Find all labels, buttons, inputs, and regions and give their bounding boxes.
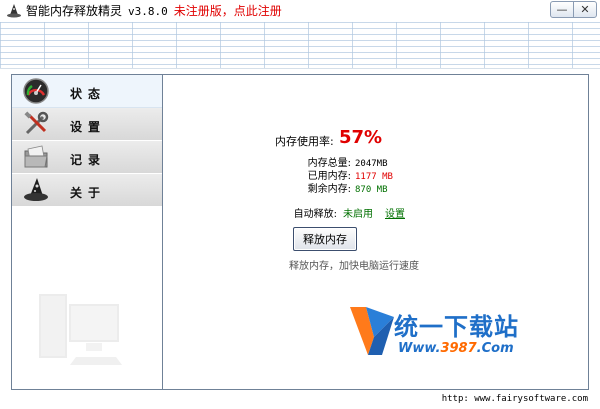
minimize-button[interactable]: —	[550, 1, 574, 18]
watermark-url-prefix: Www.	[398, 341, 441, 356]
status-panel: 内存使用率: 57% 内存总量: 2047MB 已用内存: 1177 MB 剩余内存…	[163, 75, 588, 389]
status-bar: http: www.fairysoftware.com	[0, 390, 600, 409]
free-memory-button[interactable]: 释放内存	[293, 227, 357, 251]
register-link[interactable]: 未注册版，点此注册	[174, 4, 282, 18]
wizard-hat-icon	[24, 178, 48, 201]
close-icon: ✕	[580, 3, 590, 16]
computer-icon	[39, 294, 122, 365]
sidebar-item-label: 状态	[70, 87, 107, 101]
watermark-url: Www.3987.Com	[398, 341, 514, 356]
app-window: 智能内存释放精灵 v3.8.0 未注册版，点此注册 — ✕ 状态 设置 记录 关…	[0, 0, 600, 409]
gauge-icon	[23, 78, 49, 104]
folder-icon	[24, 145, 48, 168]
wizard-hat-icon	[7, 4, 21, 18]
free-memory-row: 剩余内存: 870 MB	[279, 180, 388, 195]
close-button[interactable]: ✕	[573, 1, 597, 18]
free-memory-value: 870 MB	[355, 185, 388, 195]
sidebar-item-settings[interactable]: 设置	[12, 108, 162, 141]
title-bar[interactable]: 智能内存释放精灵 v3.8.0 未注册版，点此注册 — ✕	[0, 0, 600, 22]
minimize-icon: —	[556, 3, 568, 16]
sidebar-item-label: 记录	[70, 153, 107, 167]
app-name: 智能内存释放精灵	[26, 4, 123, 18]
sidebar-item-status[interactable]: 状态	[12, 75, 162, 108]
tools-icon	[24, 111, 49, 135]
free-memory-hint: 释放内存，加快电脑运行速度	[289, 261, 419, 272]
main-frame: 状态 设置 记录 关于 内存使用率: 57% 内存总量: 2047MB 已用内存…	[11, 74, 589, 390]
usage-label: 内存使用率:	[275, 135, 334, 148]
header-banner	[0, 22, 600, 69]
window-controls: — ✕	[550, 1, 597, 18]
auto-release-status: 未启用	[343, 209, 373, 220]
watermark-title: 统一下载站	[394, 313, 519, 341]
auto-release-settings-link[interactable]: 设置	[385, 209, 405, 220]
usage-value: 57%	[339, 127, 383, 148]
sidebar-item-label: 关于	[70, 186, 107, 200]
watermark-url-suffix: .Com	[476, 341, 514, 356]
sidebar-item-label: 设置	[70, 120, 107, 134]
sidebar-item-log[interactable]: 记录	[12, 141, 162, 174]
watermark-url-highlight: 3987	[440, 341, 477, 356]
free-memory-label: 剩余内存:	[307, 184, 351, 195]
v-logo-icon	[350, 307, 394, 355]
sidebar: 状态 设置 记录 关于	[12, 75, 163, 389]
auto-release-label: 自动释放:	[293, 209, 337, 220]
website-link[interactable]: http: www.fairysoftware.com	[442, 394, 588, 404]
app-version: v3.8.0	[128, 5, 168, 18]
window-title: 智能内存释放精灵 v3.8.0 未注册版，点此注册	[26, 4, 282, 19]
sidebar-item-about[interactable]: 关于	[12, 174, 162, 207]
auto-release-row: 自动释放: 未启用 设置	[279, 205, 405, 220]
watermark-logo: 统一下载站 Www.3987.Com	[348, 303, 538, 363]
